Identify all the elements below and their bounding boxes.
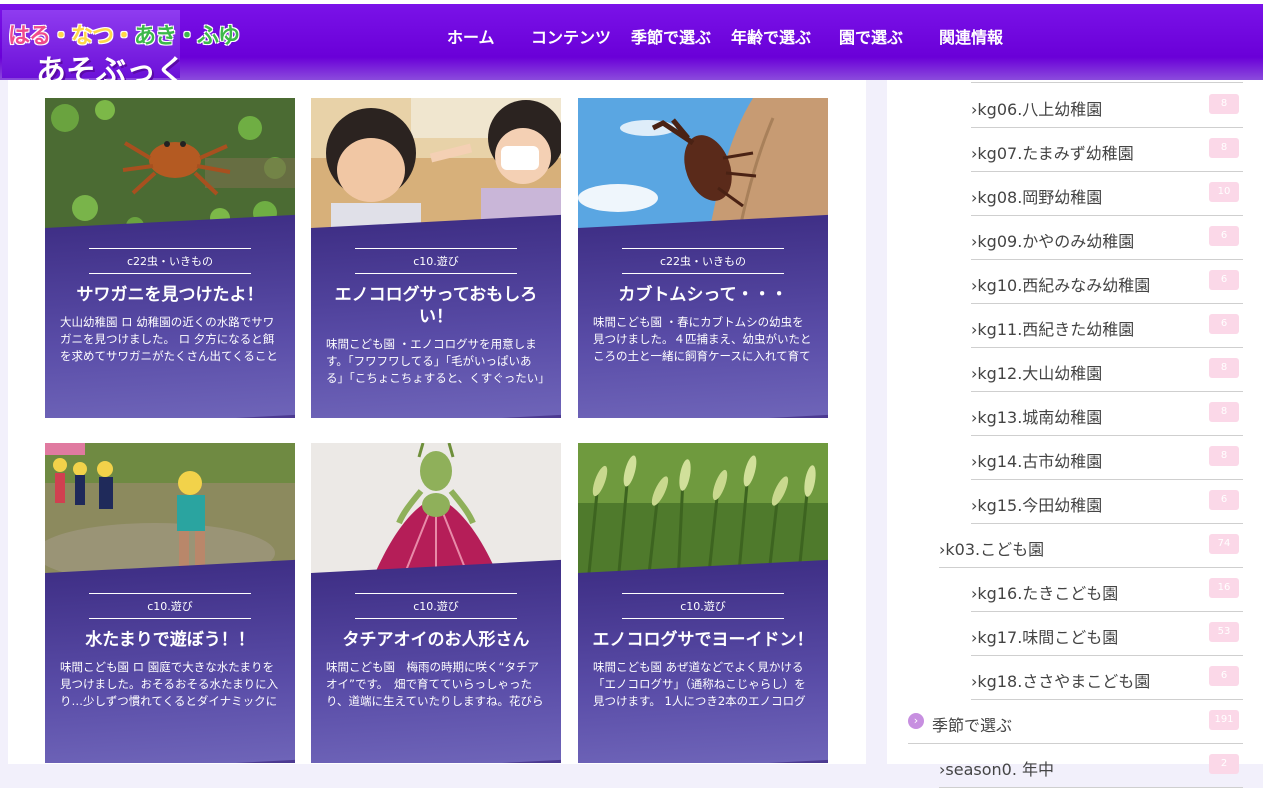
sidebar-item-label: ›season0. 年中 xyxy=(939,760,1055,779)
sidebar-item-label: ›kg08.岡野幼稚園 xyxy=(971,188,1103,207)
sidebar-item-label: ›kg09.かやのみ幼稚園 xyxy=(971,232,1135,251)
post-card[interactable]: c10.遊び 水たまりで遊ぼう！！ 味間こども園 ロ 園庭で大きな水たまりを見つ… xyxy=(45,443,295,763)
count-badge: 10 xyxy=(1209,182,1239,202)
count-badge: 8 xyxy=(1209,358,1239,378)
post-title[interactable]: エノコログサでヨーイドン！ xyxy=(592,629,814,651)
count-badge: 6 xyxy=(1209,490,1239,510)
post-card[interactable]: c22虫・いきもの カブトムシって・・・ 味間こども園 ・春にカブトムシの幼虫を… xyxy=(578,98,828,418)
count-badge: 53 xyxy=(1209,622,1239,642)
sidebar-item-label: ›kg12.大山幼稚園 xyxy=(971,364,1103,383)
count-badge: 6 xyxy=(1209,666,1239,686)
post-category[interactable]: c10.遊び xyxy=(355,248,517,274)
sidebar-item-label: ›kg14.古市幼稚園 xyxy=(971,452,1103,471)
post-category[interactable]: c22虫・いきもの xyxy=(622,248,784,274)
sidebar-item-kg15[interactable]: ›kg15.今田幼稚園 6 xyxy=(971,480,1243,524)
post-excerpt: 味間こども園 ロ 園庭で大きな水たまりを見つけました。おそるおそる水たまりに入り… xyxy=(60,660,279,708)
sidebar-category-list: ›kg06.八上幼稚園 8 ›kg07.たまみず幼稚園 8 ›kg08.岡野幼稚… xyxy=(887,80,1263,788)
count-badge: 6 xyxy=(1209,314,1239,334)
post-title[interactable]: エノコログサっておもしろい！ xyxy=(325,284,547,328)
post-card[interactable]: c10.遊び エノコログサでヨーイドン！ 味間こども園 あぜ道などでよく見かける… xyxy=(578,443,828,763)
sidebar-item-kg10[interactable]: ›kg10.西紀みなみ幼稚園 6 xyxy=(971,260,1243,304)
count-badge: 8 xyxy=(1209,402,1239,422)
sidebar-item-kg18[interactable]: ›kg18.ささやまこども園 6 xyxy=(971,656,1243,700)
sidebar-item-label: ›kg07.たまみず幼稚園 xyxy=(971,144,1134,163)
post-category[interactable]: c10.遊び xyxy=(355,593,517,619)
nav-home[interactable]: ホーム xyxy=(447,24,495,48)
post-excerpt: 味間こども園 ・春にカブトムシの幼虫を見つけました。４匹捕まえ、幼虫がいたところ… xyxy=(593,315,812,363)
post-title[interactable]: カブトムシって・・・ xyxy=(592,284,814,306)
site-logo[interactable]: はる・なつ・あき・ふゆ あそぶっく xyxy=(2,10,240,89)
sidebar-item-kg06[interactable]: ›kg06.八上幼稚園 8 xyxy=(971,84,1243,128)
sidebar-item-label: ›kg16.たきこども園 xyxy=(971,584,1119,603)
nav-related-info[interactable]: 関連情報 xyxy=(939,24,1003,48)
post-excerpt: 味間こども園 ・エノコログサを用意します。「フワフワしてる」「毛がいっぱいある」… xyxy=(326,337,545,385)
post-card[interactable]: c10.遊び タチアオイのお人形さん 味間こども園 梅雨の時期に咲く“タチアオイ… xyxy=(311,443,561,763)
main-content: c22虫・いきもの サワガニを見つけたよ！ 大山幼稚園 ロ 幼稚園の近くの水路で… xyxy=(8,80,866,764)
sidebar-item-label: ›kg13.城南幼稚園 xyxy=(971,408,1103,427)
post-card[interactable]: c22虫・いきもの サワガニを見つけたよ！ 大山幼稚園 ロ 幼稚園の近くの水路で… xyxy=(45,98,295,418)
post-card[interactable]: c10.遊び エノコログサっておもしろい！ 味間こども園 ・エノコログサを用意し… xyxy=(311,98,561,418)
count-badge: 8 xyxy=(1209,138,1239,158)
count-badge: 74 xyxy=(1209,534,1239,554)
sidebar-item-kg16[interactable]: ›kg16.たきこども園 16 xyxy=(971,568,1243,612)
post-title[interactable]: サワガニを見つけたよ！ xyxy=(59,284,281,306)
sidebar-item-label: 季節で選ぶ xyxy=(932,716,1013,735)
sidebar-item-k03[interactable]: ›k03.こども園 74 xyxy=(939,524,1243,568)
chevron-right-icon: › xyxy=(908,713,924,729)
post-title[interactable]: 水たまりで遊ぼう！！ xyxy=(59,629,281,651)
sidebar-item-season[interactable]: › 季節で選ぶ 191 xyxy=(908,700,1243,744)
post-category[interactable]: c10.遊び xyxy=(622,593,784,619)
sidebar-item-kg17[interactable]: ›kg17.味間こども園 53 xyxy=(971,612,1243,656)
count-badge: 6 xyxy=(1209,226,1239,246)
count-badge: 16 xyxy=(1209,578,1239,598)
count-badge: 6 xyxy=(1209,270,1239,290)
sidebar-item-season0[interactable]: ›season0. 年中 2 xyxy=(939,744,1243,788)
nav-by-age[interactable]: 年齢で選ぶ xyxy=(731,24,811,48)
sidebar-item-kg08[interactable]: ›kg08.岡野幼稚園 10 xyxy=(971,172,1243,216)
post-category[interactable]: c10.遊び xyxy=(89,593,251,619)
sidebar-item-kg09[interactable]: ›kg09.かやのみ幼稚園 6 xyxy=(971,216,1243,260)
count-badge: 8 xyxy=(1209,446,1239,466)
count-badge: 2 xyxy=(1209,754,1239,774)
sidebar-item-label: ›kg06.八上幼稚園 xyxy=(971,100,1103,119)
sidebar-item-label: ›kg18.ささやまこども園 xyxy=(971,672,1151,691)
sidebar-item-label: ›kg17.味間こども園 xyxy=(971,628,1119,647)
sidebar-item-kg14[interactable]: ›kg14.古市幼稚園 8 xyxy=(971,436,1243,480)
sidebar-item-label: ›k03.こども園 xyxy=(939,540,1045,559)
post-excerpt: 大山幼稚園 ロ 幼稚園の近くの水路でサワガニを見つけました。 ロ 夕方になると餌… xyxy=(60,315,278,363)
post-excerpt: 味間こども園 あぜ道などでよく見かける「エノコログサ」（通称ねこじゃらし）を見つ… xyxy=(593,660,806,708)
nav-by-school[interactable]: 園で選ぶ xyxy=(839,24,903,48)
post-excerpt: 味間こども園 梅雨の時期に咲く“タチアオイ”です。 畑で育てていらっしゃったり、… xyxy=(326,660,544,708)
sidebar-item-kg11[interactable]: ›kg11.西紀きた幼稚園 6 xyxy=(971,304,1243,348)
sidebar-item-kg12[interactable]: ›kg12.大山幼稚園 8 xyxy=(971,348,1243,392)
count-badge: 191 xyxy=(1209,710,1239,730)
post-title[interactable]: タチアオイのお人形さん xyxy=(325,629,547,651)
post-category[interactable]: c22虫・いきもの xyxy=(89,248,251,274)
count-badge: 8 xyxy=(1209,94,1239,114)
site-header: はる・なつ・あき・ふゆ あそぶっく ホーム コンテンツ 季節で選ぶ 年齢で選ぶ … xyxy=(0,0,1263,89)
sidebar-item-kg07[interactable]: ›kg07.たまみず幼稚園 8 xyxy=(971,128,1243,172)
sidebar-item-label: ›kg15.今田幼稚園 xyxy=(971,496,1103,515)
nav-contents[interactable]: コンテンツ xyxy=(531,24,611,48)
sidebar-item-label: ›kg11.西紀きた幼稚園 xyxy=(971,320,1135,339)
nav-by-season[interactable]: 季節で選ぶ xyxy=(631,24,711,48)
sidebar-item-label: ›kg10.西紀みなみ幼稚園 xyxy=(971,276,1151,295)
sidebar-item-kg13[interactable]: ›kg13.城南幼稚園 8 xyxy=(971,392,1243,436)
